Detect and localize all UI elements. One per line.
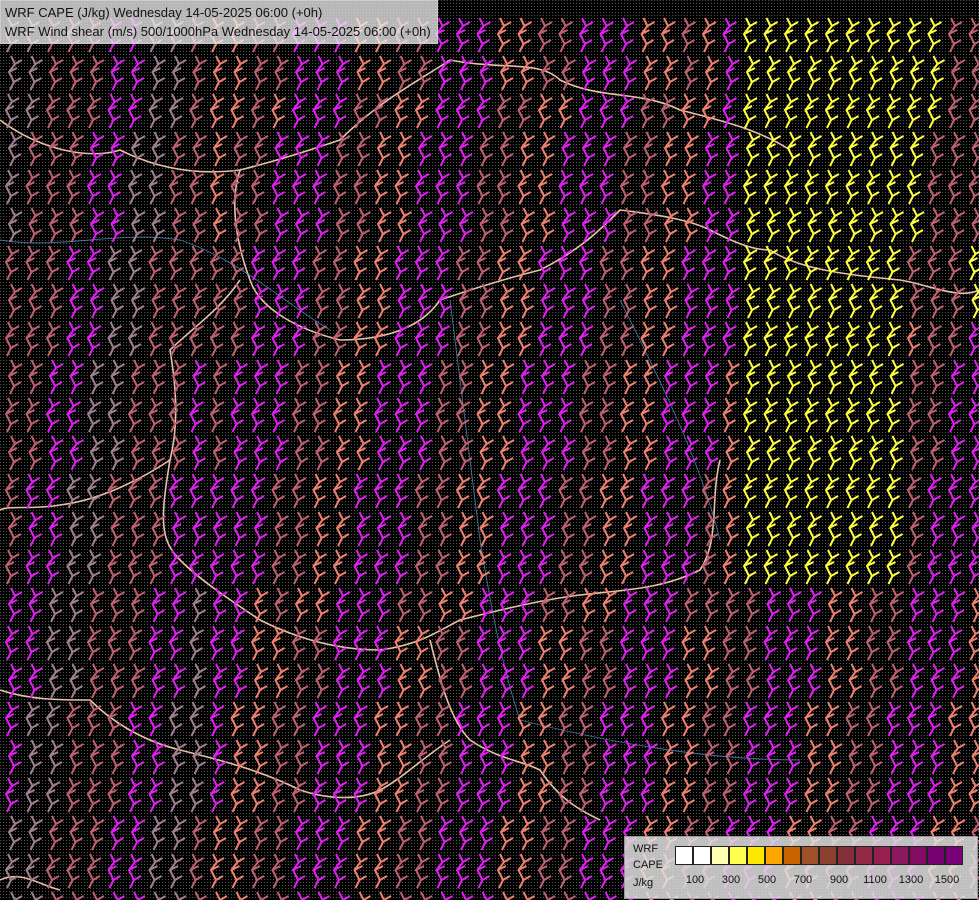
legend-label-wrf: WRF <box>633 843 659 855</box>
legend-swatch <box>693 846 711 865</box>
cape-legend: WRF CAPE J/kg 100 300 500 700 900 1100 1300 150… <box>624 836 978 899</box>
title-box: WRF CAPE (J/kg) Wednesday 14-05-2025 06:… <box>0 0 438 44</box>
legend-swatch <box>783 846 801 865</box>
legend-tick: 500 <box>757 874 777 886</box>
legend-swatch <box>945 846 963 865</box>
legend-swatch <box>855 846 873 865</box>
legend-tick: 900 <box>829 874 849 886</box>
legend-swatch <box>711 846 729 865</box>
title-cape: WRF CAPE (J/kg) Wednesday 14-05-2025 06:… <box>5 5 323 20</box>
weather-map <box>0 0 979 900</box>
legend-tick: 1100 <box>863 874 887 886</box>
legend-swatch <box>819 846 837 865</box>
legend-swatch <box>747 846 765 865</box>
legend-tick: 1300 <box>898 874 924 886</box>
legend-swatch <box>909 846 927 865</box>
legend-swatch <box>927 846 945 865</box>
legend-label-unit: J/kg <box>633 877 654 889</box>
legend-swatch <box>729 846 747 865</box>
legend-swatch <box>837 846 855 865</box>
legend-swatch <box>675 846 693 865</box>
legend-tick: 300 <box>721 874 741 886</box>
legend-swatch <box>801 846 819 865</box>
title-wind-shear: WRF Wind shear (m/s) 500/1000hPa Wednesd… <box>5 24 431 39</box>
legend-tick: 700 <box>793 874 813 886</box>
legend-label-cape: CAPE <box>633 859 663 871</box>
legend-tick: 100 <box>685 874 705 886</box>
legend-swatch <box>765 846 783 865</box>
legend-tick: 1500 <box>934 874 960 886</box>
legend-swatch <box>873 846 891 865</box>
legend-swatch <box>891 846 909 865</box>
